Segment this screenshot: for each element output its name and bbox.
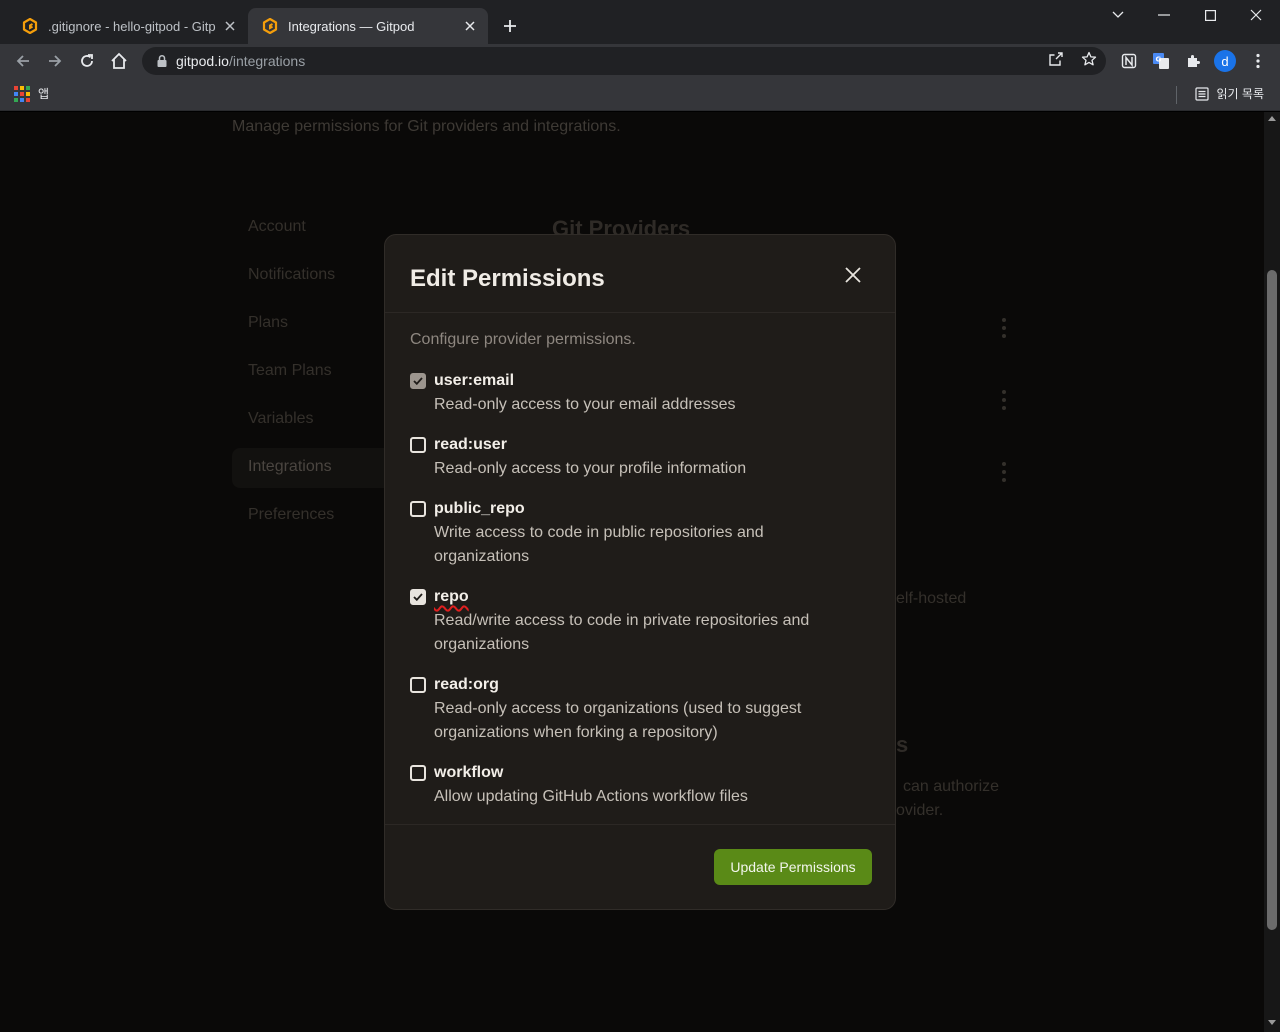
sidebar-item-integrations[interactable]: Integrations [248, 458, 332, 476]
sidebar-item-plans[interactable]: Plans [248, 314, 288, 332]
address-bar[interactable]: gitpod.io/integrations [142, 47, 1106, 75]
provider-text-fragment: ovider. [896, 802, 944, 819]
profile-avatar[interactable]: d [1214, 50, 1236, 72]
permission-name: repo [434, 588, 469, 605]
scrollbar-thumb[interactable] [1267, 270, 1277, 930]
permission-description: Read-only access to organizations (used … [434, 700, 802, 741]
permission-checkbox[interactable] [410, 677, 426, 693]
close-window-icon[interactable] [1233, 0, 1279, 30]
provider-menu-icon[interactable] [1000, 462, 1008, 482]
reload-icon[interactable] [75, 49, 99, 73]
close-icon[interactable] [841, 263, 865, 287]
lock-icon[interactable] [156, 54, 168, 68]
checkmark-icon [413, 593, 423, 601]
url-path: /integrations [228, 53, 306, 69]
permission-name: public_repo [434, 500, 525, 517]
permission-name: user:email [434, 372, 515, 389]
permission-repo: repo Read/write access to code in privat… [410, 587, 850, 657]
permission-name: read:user [434, 436, 507, 453]
modal-description: Configure provider permissions. [410, 331, 636, 348]
share-icon[interactable] [1047, 50, 1065, 68]
permission-checkbox[interactable] [410, 373, 426, 389]
permission-public-repo: public_repo Write access to code in publ… [410, 499, 850, 569]
permission-name: workflow [434, 764, 504, 781]
gitpod-favicon-icon [262, 18, 278, 34]
extensions-puzzle-icon[interactable] [1183, 51, 1203, 71]
svg-text:G: G [1156, 56, 1162, 64]
reading-list-button[interactable]: 읽기 목록 [1194, 85, 1265, 102]
sidebar-item-notifications[interactable]: Notifications [248, 266, 335, 284]
sidebar-item-preferences[interactable]: Preferences [248, 506, 334, 524]
apps-label: 앱 [38, 87, 50, 101]
gitpod-favicon-icon [22, 18, 38, 34]
modal-title: Edit Permissions [410, 265, 605, 292]
tab-title: Integrations — Gitpod [288, 18, 415, 34]
update-permissions-button[interactable]: Update Permissions [714, 849, 872, 885]
translate-extension-icon[interactable]: G [1151, 51, 1171, 71]
integrations-heading-fragment: s [896, 732, 909, 757]
forward-icon[interactable] [43, 49, 67, 73]
home-icon[interactable] [107, 49, 131, 73]
provider-menu-icon[interactable] [1000, 390, 1008, 410]
permission-checkbox[interactable] [410, 501, 426, 517]
permission-read-user: read:user Read-only access to your profi… [410, 435, 850, 481]
permission-checkbox[interactable] [410, 437, 426, 453]
permission-description: Read-only access to your email addresses [434, 396, 736, 413]
permission-description: Read-only access to your profile informa… [434, 460, 747, 477]
permission-read-org: read:org Read-only access to organizatio… [410, 675, 850, 745]
authorize-text-fragment: can authorize [903, 778, 1000, 795]
new-tab-icon[interactable] [498, 14, 522, 38]
bookmark-star-icon[interactable] [1080, 50, 1098, 68]
permission-checkbox[interactable] [410, 589, 426, 605]
tab-title: .gitignore - hello-gitpod - Gitpod [48, 18, 216, 34]
provider-menu-icon[interactable] [1000, 318, 1008, 338]
self-hosted-text-fragment: elf-hosted [896, 590, 967, 607]
tab-integrations[interactable]: Integrations — Gitpod [248, 8, 488, 44]
scroll-up-arrow[interactable] [1268, 116, 1276, 121]
edit-permissions-modal: Edit Permissions Configure provider perm… [384, 234, 896, 910]
permission-checkbox[interactable] [410, 765, 426, 781]
close-tab-icon[interactable] [462, 18, 478, 34]
maximize-icon[interactable] [1187, 0, 1233, 30]
minimize-icon[interactable] [1141, 0, 1187, 30]
permission-description: Read/write access to code in private rep… [434, 612, 810, 653]
bookmarks-divider [1176, 86, 1177, 104]
close-tab-icon[interactable] [222, 18, 238, 34]
apps-shortcut[interactable]: 앱 [14, 85, 49, 102]
browser-titlebar: .gitignore - hello-gitpod - Gitpod Integ… [0, 0, 1280, 44]
sidebar-item-team-plans[interactable]: Team Plans [248, 362, 332, 380]
notion-extension-icon[interactable] [1119, 51, 1139, 71]
permission-description: Allow updating GitHub Actions workflow f… [434, 788, 748, 805]
url-host: gitpod.io [176, 53, 229, 69]
modal-header-divider [385, 312, 895, 313]
checkmark-icon [413, 377, 423, 385]
scroll-down-arrow[interactable] [1268, 1020, 1276, 1025]
page-subtitle: Manage permissions for Git providers and… [232, 118, 621, 135]
modal-footer-divider [385, 824, 895, 825]
apps-grid-icon [14, 85, 30, 102]
reading-list-label: 읽기 목록 [1216, 87, 1265, 101]
tab-gitignore[interactable]: .gitignore - hello-gitpod - Gitpod [8, 8, 248, 44]
back-icon[interactable] [11, 49, 35, 73]
reading-list-icon [1194, 86, 1209, 101]
sidebar-item-variables[interactable]: Variables [248, 410, 314, 428]
menu-kebab-icon[interactable] [1248, 51, 1268, 71]
permission-description: Write access to code in public repositor… [434, 524, 764, 565]
permission-name: read:org [434, 676, 499, 693]
sidebar-item-account[interactable]: Account [248, 218, 306, 236]
permission-workflow: workflow Allow updating GitHub Actions w… [410, 763, 850, 809]
bookmarks-bar: 앱 읽기 목록 [0, 78, 1280, 111]
tab-search-icon[interactable] [1095, 0, 1141, 30]
permission-user-email: user:email Read-only access to your emai… [410, 371, 850, 417]
browser-toolbar: gitpod.io/integrations G d [0, 44, 1280, 78]
